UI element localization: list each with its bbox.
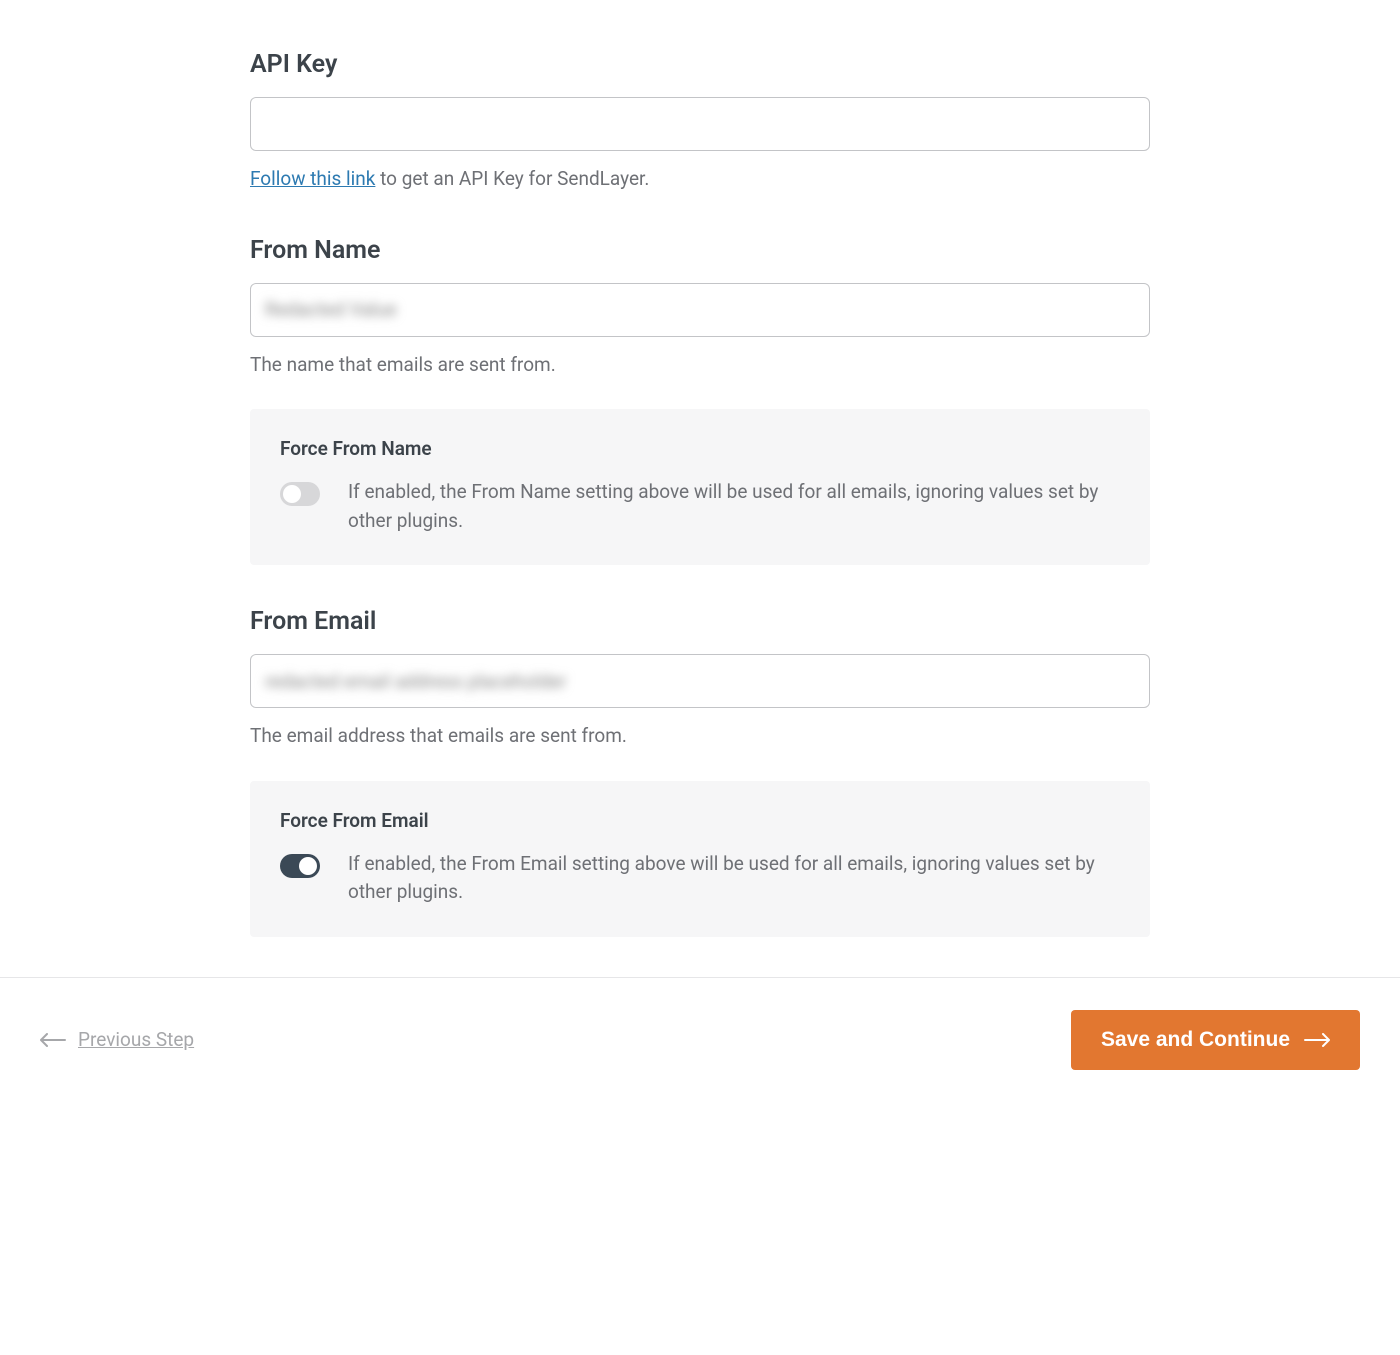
from-email-value: redacted email address placeholder [265,670,566,693]
from-name-label: From Name [250,236,1150,265]
api-key-help-suffix: to get an API Key for SendLayer. [375,167,649,190]
force-from-name-toggle[interactable] [280,482,320,506]
arrow-right-icon [1304,1033,1330,1047]
api-key-label: API Key [250,50,1150,79]
force-from-name-panel: Force From Name If enabled, the From Nam… [250,409,1150,565]
from-name-value: Redacted Value [265,298,397,321]
from-email-label: From Email [250,607,1150,636]
previous-step-label: Previous Step [78,1028,194,1051]
from-email-help: The email address that emails are sent f… [250,722,1150,751]
force-from-email-panel: Force From Email If enabled, the From Em… [250,781,1150,937]
api-key-help-link[interactable]: Follow this link [250,167,375,190]
force-from-email-desc: If enabled, the From Email setting above… [348,850,1120,907]
previous-step-button[interactable]: Previous Step [40,1028,194,1051]
from-email-group: From Email redacted email address placeh… [250,607,1150,937]
from-email-input[interactable]: redacted email address placeholder [250,654,1150,708]
api-key-input[interactable] [250,97,1150,151]
save-continue-button[interactable]: Save and Continue [1071,1010,1360,1070]
from-name-group: From Name Redacted Value The name that e… [250,236,1150,566]
from-name-input[interactable]: Redacted Value [250,283,1150,337]
arrow-left-icon [40,1033,66,1047]
force-from-email-toggle[interactable] [280,854,320,878]
force-from-name-title: Force From Name [280,437,1120,460]
force-from-email-title: Force From Email [280,809,1120,832]
save-continue-label: Save and Continue [1101,1028,1290,1052]
force-from-name-desc: If enabled, the From Name setting above … [348,478,1120,535]
api-key-group: API Key Follow this link to get an API K… [250,50,1150,194]
wizard-footer: Previous Step Save and Continue [0,977,1400,1110]
api-key-help: Follow this link to get an API Key for S… [250,165,1150,194]
from-name-help: The name that emails are sent from. [250,351,1150,380]
